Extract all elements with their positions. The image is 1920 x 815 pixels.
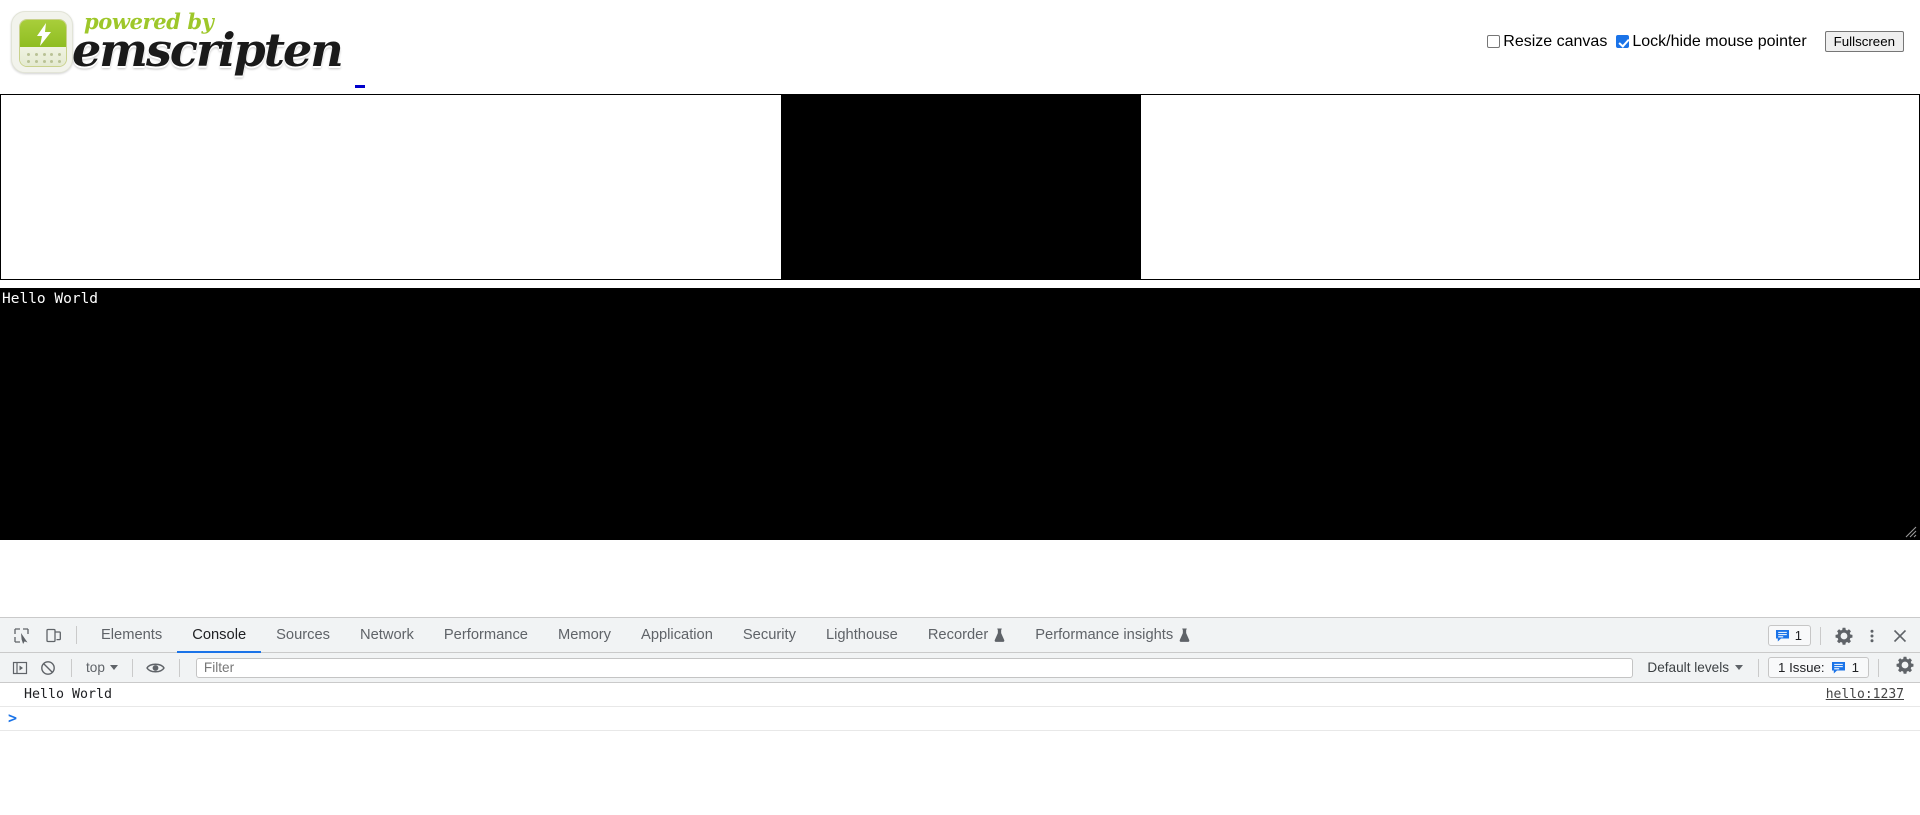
tab-label: Memory bbox=[557, 627, 612, 643]
console-levels-value: Default levels bbox=[1647, 660, 1730, 675]
console-toolbar-divider bbox=[1758, 658, 1760, 677]
tab-label: Performance bbox=[443, 627, 528, 643]
console-context-selector[interactable]: top bbox=[81, 658, 123, 677]
resize-canvas-control[interactable]: Resize canvas bbox=[1487, 33, 1607, 51]
console-toolbar-divider bbox=[178, 658, 180, 677]
experimental-flask-icon bbox=[994, 628, 1005, 642]
console-filter-input[interactable] bbox=[195, 657, 1634, 678]
console-sidebar-icon[interactable] bbox=[6, 654, 34, 682]
console-toolbar-divider bbox=[1878, 658, 1879, 677]
tab-label: Network bbox=[360, 627, 414, 643]
badge-dot-row bbox=[27, 53, 61, 56]
tab-network[interactable]: Network bbox=[345, 618, 429, 653]
tab-performance[interactable]: Performance bbox=[429, 618, 543, 653]
console-message-text: Hello World bbox=[24, 687, 113, 702]
page-header: powered by emscripten Resize canvas Lock… bbox=[0, 0, 1920, 92]
device-toolbar-icon[interactable] bbox=[39, 621, 67, 649]
clear-console-icon[interactable] bbox=[34, 654, 62, 682]
gear-icon[interactable] bbox=[1830, 622, 1858, 650]
console-toolbar-divider bbox=[71, 658, 72, 677]
console-source-link[interactable]: hello:1237 bbox=[1826, 687, 1904, 702]
devtools-tab-list: Elements Console Sources Network Perform… bbox=[86, 618, 1205, 653]
experimental-flask-icon bbox=[1179, 628, 1190, 642]
message-bubble-icon bbox=[1831, 662, 1845, 674]
console-toolbar: top Default levels 1 Issue: 1 bbox=[0, 653, 1920, 683]
close-icon[interactable] bbox=[1886, 622, 1914, 650]
console-message-row[interactable]: Hello World hello:1237 bbox=[0, 683, 1920, 707]
logo-wordmark: emscripten bbox=[72, 23, 344, 77]
tab-label: Lighthouse bbox=[825, 627, 898, 643]
console-context-value: top bbox=[86, 660, 105, 675]
loading-progress-indicator bbox=[355, 85, 365, 88]
console-log-levels-selector[interactable]: Default levels bbox=[1641, 658, 1749, 677]
eye-icon[interactable] bbox=[142, 654, 170, 682]
console-issues-button[interactable]: 1 Issue: 1 bbox=[1768, 657, 1869, 678]
tab-label: Sources bbox=[276, 627, 331, 643]
kebab-menu-icon[interactable] bbox=[1858, 622, 1886, 650]
console-toolbar-divider bbox=[131, 658, 133, 677]
webgl-canvas[interactable] bbox=[781, 95, 1141, 279]
resize-canvas-label: Resize canvas bbox=[1503, 32, 1608, 50]
emscripten-badge-icon bbox=[11, 11, 73, 73]
tab-recorder[interactable]: Recorder bbox=[913, 618, 1020, 653]
issues-count: 1 bbox=[1794, 628, 1802, 643]
tab-label: Console bbox=[192, 627, 247, 643]
message-bubble-icon bbox=[1775, 630, 1789, 642]
tab-label: Security bbox=[742, 627, 796, 643]
lock-pointer-checkbox[interactable] bbox=[1616, 35, 1630, 48]
canvas-frame bbox=[0, 94, 1920, 280]
emscripten-page: powered by emscripten Resize canvas Lock… bbox=[0, 0, 1920, 617]
console-message-list: Hello World hello:1237 > bbox=[0, 683, 1920, 815]
lock-pointer-control[interactable]: Lock/hide mouse pointer bbox=[1616, 32, 1807, 51]
resize-canvas-checkbox[interactable] bbox=[1487, 35, 1501, 48]
tabbar-divider bbox=[76, 626, 77, 644]
tab-lighthouse[interactable]: Lighthouse bbox=[811, 618, 913, 653]
tab-elements[interactable]: Elements bbox=[86, 618, 177, 653]
chevron-down-icon bbox=[1735, 665, 1744, 670]
output-textarea[interactable]: Hello World bbox=[0, 288, 1920, 540]
fullscreen-button[interactable]: Fullscreen bbox=[1824, 31, 1904, 52]
tabbar-actions-divider bbox=[1820, 626, 1821, 645]
console-issues-count: 1 bbox=[1851, 660, 1859, 675]
tab-application[interactable]: Application bbox=[626, 618, 728, 653]
lightning-bolt-icon bbox=[37, 23, 51, 46]
tab-label: Elements bbox=[101, 627, 163, 643]
issues-counter-button[interactable]: 1 bbox=[1767, 625, 1811, 646]
console-prompt-arrow: > bbox=[8, 709, 18, 727]
tab-label: Performance insights bbox=[1035, 627, 1174, 643]
chevron-down-icon bbox=[109, 665, 118, 670]
emscripten-badge-inner bbox=[19, 19, 67, 67]
emscripten-logo: powered by emscripten bbox=[8, 4, 344, 82]
tab-security[interactable]: Security bbox=[728, 618, 811, 653]
tab-label: Application bbox=[641, 627, 713, 643]
tab-console[interactable]: Console bbox=[177, 618, 262, 653]
tab-memory[interactable]: Memory bbox=[543, 618, 626, 653]
devtools-tabbar: Elements Console Sources Network Perform… bbox=[0, 618, 1920, 653]
badge-dot-row bbox=[27, 60, 61, 63]
inspect-element-icon[interactable] bbox=[7, 621, 35, 649]
console-issues-label: 1 Issue: bbox=[1778, 660, 1825, 675]
devtools-panel: Elements Console Sources Network Perform… bbox=[0, 617, 1920, 815]
header-controls: Resize canvas Lock/hide mouse pointer Fu… bbox=[1487, 31, 1904, 52]
tab-performance-insights[interactable]: Performance insights bbox=[1020, 618, 1205, 653]
gear-icon[interactable] bbox=[1896, 656, 1914, 679]
tab-sources[interactable]: Sources bbox=[261, 618, 345, 653]
devtools-tabbar-actions: 1 bbox=[1767, 618, 1914, 653]
tab-label: Recorder bbox=[927, 627, 989, 643]
badge-bottom-half bbox=[20, 47, 66, 66]
console-prompt-row[interactable]: > bbox=[0, 707, 1920, 731]
lock-pointer-label: Lock/hide mouse pointer bbox=[1632, 32, 1807, 50]
